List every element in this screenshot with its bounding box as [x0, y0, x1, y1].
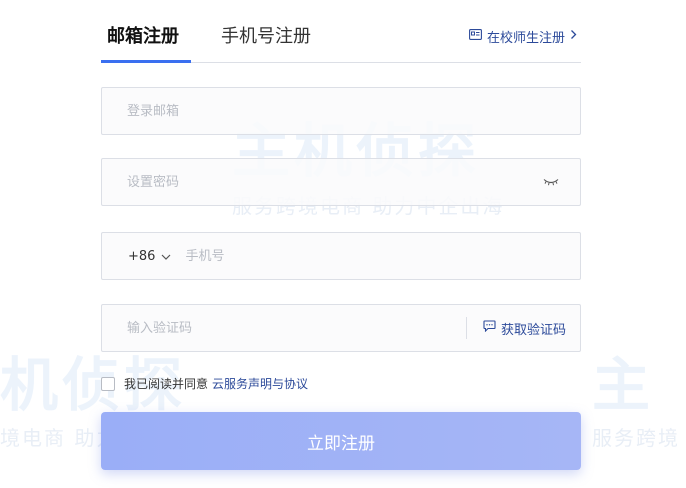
- watermark-logo-right: 主: [592, 351, 655, 419]
- password-field: [101, 158, 581, 206]
- register-tabs: 邮箱注册 手机号注册 在校师生注册: [101, 0, 581, 63]
- agreement-checkbox[interactable]: [101, 376, 115, 391]
- watermark-right: 主 服务跨境: [592, 338, 680, 451]
- tab-email-register[interactable]: 邮箱注册: [107, 22, 179, 48]
- get-code-button[interactable]: 获取验证码: [467, 319, 580, 338]
- phone-input[interactable]: [171, 233, 580, 279]
- email-field: [101, 87, 581, 135]
- country-code-select[interactable]: +86: [102, 249, 171, 264]
- chevron-down-icon: [161, 249, 171, 264]
- register-page: 主机侦探 服务跨境电商 助力中企出海 机侦探 境电商 助力中企出海 主 服务跨境…: [0, 0, 686, 488]
- chevron-right-icon: [570, 29, 577, 44]
- eye-closed-icon[interactable]: [536, 172, 566, 192]
- agreement-link[interactable]: 云服务声明与协议: [212, 375, 308, 392]
- phone-field: +86: [101, 232, 581, 280]
- message-icon: [483, 320, 496, 336]
- register-form: 邮箱注册 手机号注册 在校师生注册 登录邮箱 +86 手机号 输入验证码 获取验…: [101, 0, 581, 470]
- verification-code-input[interactable]: [102, 305, 466, 351]
- id-card-icon: [469, 29, 482, 44]
- country-code-value: +86: [128, 248, 156, 264]
- password-input[interactable]: [102, 159, 536, 205]
- watermark-slogan-right: 服务跨境: [592, 426, 680, 450]
- active-tab-indicator: [101, 60, 191, 63]
- student-register-link[interactable]: 在校师生注册: [469, 27, 577, 46]
- email-input[interactable]: [102, 88, 580, 134]
- get-code-label: 获取验证码: [500, 322, 566, 338]
- register-button[interactable]: 立即注册: [101, 412, 581, 470]
- agreement-text: 我已阅读并同意: [124, 377, 209, 391]
- verification-code-field: 获取验证码: [101, 304, 581, 352]
- tab-phone-register[interactable]: 手机号注册: [221, 22, 311, 48]
- student-register-label: 在校师生注册: [486, 31, 565, 46]
- agreement-row: 我已阅读并同意 云服务声明与协议: [101, 375, 308, 392]
